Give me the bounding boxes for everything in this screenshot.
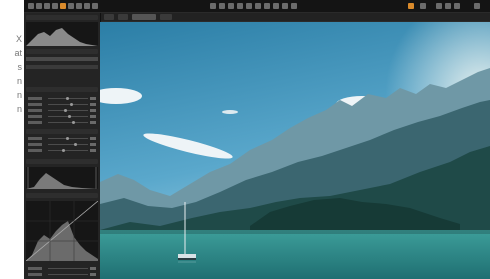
exposure-header[interactable]	[26, 49, 98, 54]
layout-icon[interactable]	[454, 3, 460, 9]
caption-line: n	[16, 76, 22, 86]
export-icon[interactable]	[291, 3, 297, 9]
tab-viewer[interactable]	[132, 14, 156, 20]
paste-icon[interactable]	[246, 3, 252, 9]
curve-header[interactable]	[26, 193, 98, 198]
tab-filmstrip[interactable]	[118, 14, 128, 20]
slider-row[interactable]	[28, 137, 96, 140]
picker-icon[interactable]	[68, 3, 74, 9]
viewer-tab-strip	[100, 13, 490, 22]
curve-channel-row[interactable]	[28, 273, 96, 276]
cursor-icon[interactable]	[28, 3, 34, 9]
caption-line: n	[16, 90, 22, 100]
rotate-icon[interactable]	[44, 3, 50, 9]
settings-icon[interactable]	[420, 3, 426, 9]
caption-line: at	[14, 48, 22, 58]
levels-header[interactable]	[26, 159, 98, 164]
levels-histogram	[26, 167, 98, 189]
reset-icon[interactable]	[228, 3, 234, 9]
caption-line: X	[15, 34, 22, 44]
tool-panel	[24, 13, 101, 279]
compare-icon[interactable]	[255, 3, 261, 9]
zoom-icon[interactable]	[84, 3, 90, 9]
histogram	[26, 22, 98, 46]
slider-row[interactable]	[28, 115, 96, 118]
window-menu-icon[interactable]	[474, 3, 480, 9]
undo-icon[interactable]	[210, 3, 216, 9]
landscape-photo	[100, 22, 490, 279]
curve-editor[interactable]	[26, 201, 98, 261]
copy-icon[interactable]	[237, 3, 243, 9]
slider-row[interactable]	[28, 109, 96, 112]
hand-icon[interactable]	[76, 3, 82, 9]
slider-row[interactable]	[28, 121, 96, 124]
crop-icon[interactable]	[36, 3, 42, 9]
tab-browser[interactable]	[104, 14, 114, 20]
share-icon[interactable]	[445, 3, 451, 9]
photo-viewer[interactable]	[100, 22, 490, 279]
redo-icon[interactable]	[219, 3, 225, 9]
curve-channel-row[interactable]	[28, 267, 96, 270]
preset-selector[interactable]	[26, 57, 98, 61]
brush-icon[interactable]	[52, 3, 58, 9]
proof-icon[interactable]	[282, 3, 288, 9]
top-toolbar	[24, 0, 490, 13]
eraser-icon[interactable]	[60, 3, 66, 9]
clipped-article-text: X at s n n n	[0, 32, 22, 116]
slider-row[interactable]	[28, 149, 96, 152]
style-selector[interactable]	[26, 65, 98, 69]
slider-row[interactable]	[28, 143, 96, 146]
help-icon[interactable]	[436, 3, 442, 9]
caption-line: n	[16, 104, 22, 114]
tab-compare[interactable]	[160, 14, 172, 20]
histogram-header[interactable]	[26, 15, 98, 20]
hdr-header[interactable]	[26, 129, 98, 134]
adjustments-header[interactable]	[26, 87, 98, 92]
grid-icon[interactable]	[273, 3, 279, 9]
slider-row[interactable]	[28, 97, 96, 100]
warning-icon[interactable]	[408, 3, 414, 9]
text-icon[interactable]	[92, 3, 98, 9]
caption-line: s	[17, 62, 23, 72]
before-after-icon[interactable]	[264, 3, 270, 9]
slider-row[interactable]	[28, 103, 96, 106]
photo-editor-window	[24, 0, 490, 279]
